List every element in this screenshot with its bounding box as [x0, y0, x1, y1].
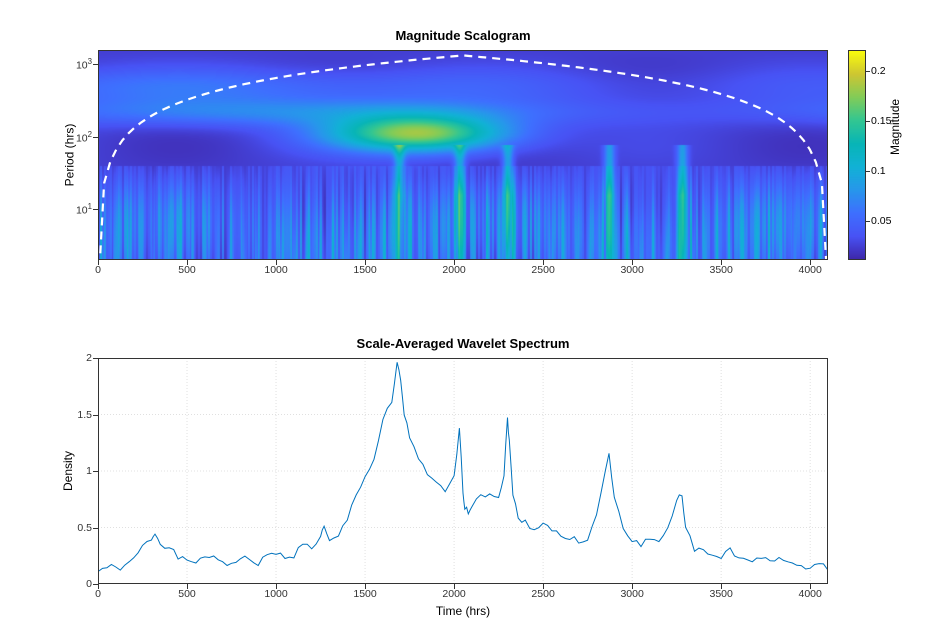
spectrum-ytick: 2	[86, 352, 92, 364]
spectrum-xtick: 1000	[264, 588, 287, 600]
spectrum-title: Scale-Averaged Wavelet Spectrum	[98, 336, 828, 351]
spectrum-xtick: 2500	[531, 588, 554, 600]
scalogram-xtick: 1500	[353, 264, 376, 276]
colorbar: Magnitude 0.050.10.150.2	[848, 50, 866, 260]
colorbar-tick: 0.1	[871, 165, 886, 177]
scalogram-panel: Magnitude Scalogram Period (hrs) 0500100…	[98, 50, 828, 260]
scalogram-ytick: 102	[76, 130, 92, 145]
spectrum-ytick: 1.5	[77, 409, 92, 421]
spectrum-xlabel: Time (hrs)	[98, 604, 828, 618]
spectrum-ytick: 1	[86, 465, 92, 477]
spectrum-xtick: 3500	[709, 588, 732, 600]
scalogram-xtick: 3000	[620, 264, 643, 276]
scalogram-xtick: 2500	[531, 264, 554, 276]
cone-of-influence	[98, 50, 828, 260]
scalogram-xtick: 4000	[799, 264, 822, 276]
scalogram-xtick: 0	[95, 264, 101, 276]
spectrum-xtick: 2000	[442, 588, 465, 600]
spectrum-xtick: 500	[178, 588, 196, 600]
spectrum-xtick: 4000	[799, 588, 822, 600]
scalogram-ylabel: Period (hrs)	[62, 124, 76, 187]
spectrum-panel: Scale-Averaged Wavelet Spectrum Density …	[98, 358, 828, 584]
scalogram-xtick: 1000	[264, 264, 287, 276]
colorbar-tick: 0.05	[871, 215, 891, 227]
spectrum-xtick: 0	[95, 588, 101, 600]
spectrum-ytick: 0.5	[77, 522, 92, 534]
scalogram-title: Magnitude Scalogram	[98, 28, 828, 43]
colorbar-tick: 0.2	[871, 65, 886, 77]
scalogram-ytick: 101	[76, 202, 92, 217]
spectrum-xtick: 3000	[620, 588, 643, 600]
spectrum-xtick: 1500	[353, 588, 376, 600]
scalogram-xtick: 2000	[442, 264, 465, 276]
scalogram-xtick: 500	[178, 264, 196, 276]
spectrum-ylabel: Density	[61, 451, 75, 491]
spectrum-ytick: 0	[86, 578, 92, 590]
scalogram-ytick: 103	[76, 57, 92, 72]
colorbar-tick: 0.15	[871, 115, 891, 127]
colorbar-gradient	[849, 51, 865, 259]
scalogram-xtick: 3500	[709, 264, 732, 276]
spectrum-plot	[98, 358, 828, 584]
